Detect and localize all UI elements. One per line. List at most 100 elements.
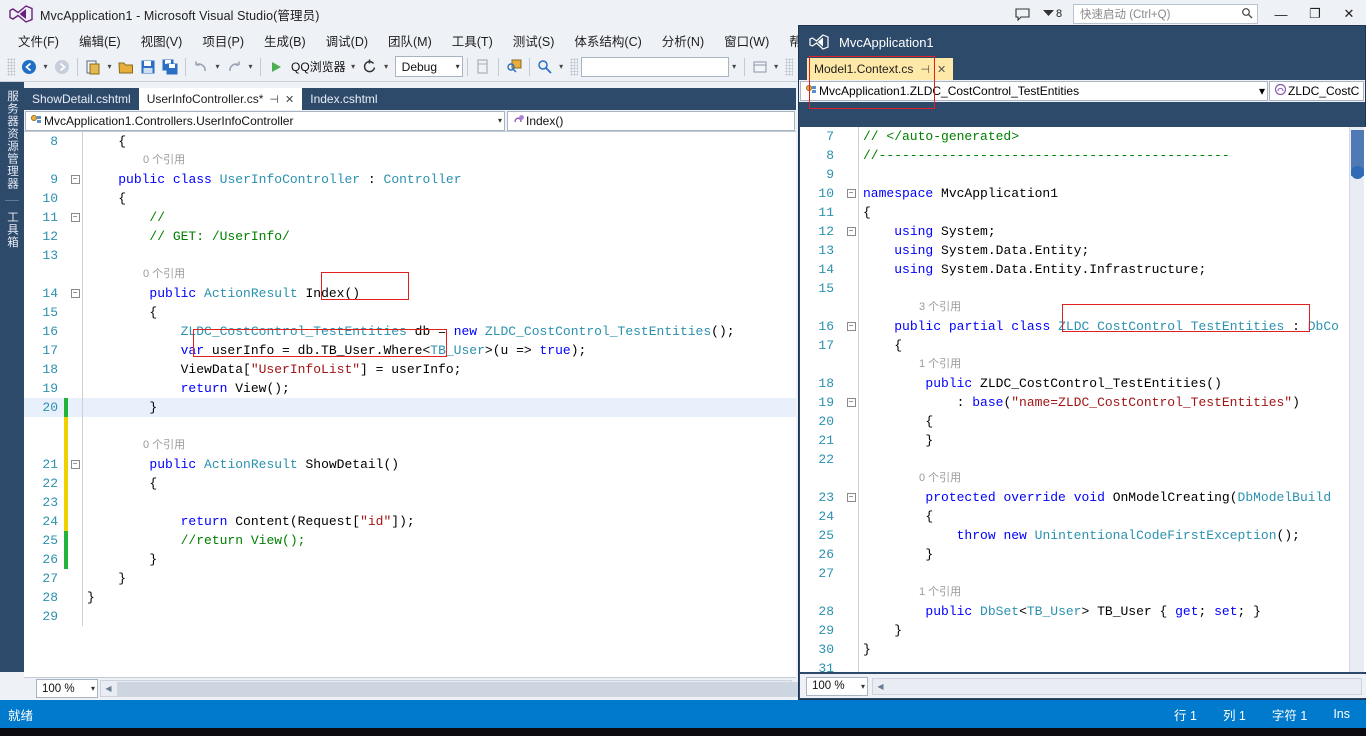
code-line[interactable]: 8 //-------------------------------------… [800, 146, 1366, 165]
code-line[interactable]: 17 { [800, 336, 1366, 355]
code-line[interactable]: 29 [24, 607, 796, 626]
window-layout-dropdown[interactable]: ▾ [771, 56, 782, 78]
toolbar-grip[interactable] [569, 57, 578, 76]
open-file-icon[interactable] [115, 56, 137, 78]
floating-horizontal-scrollbar[interactable]: ◀ [872, 677, 1362, 695]
find-dropdown[interactable]: ▾ [556, 56, 567, 78]
menu-item-architecture[interactable]: 体系结构(C) [564, 29, 651, 52]
navigate-back-dropdown[interactable]: ▾ [40, 56, 51, 78]
code-line[interactable]: 17 var userInfo = db.TB_User.Where<TB_Us… [24, 341, 796, 360]
code-line[interactable]: 24 { [800, 507, 1366, 526]
window-layout-icon[interactable] [749, 56, 771, 78]
solution-configuration-combo[interactable]: Debug ▾ [394, 56, 463, 77]
code-line[interactable]: 9 − public class UserInfoController : Con… [24, 170, 796, 189]
save-all-icon[interactable] [159, 56, 181, 78]
code-line[interactable]: 7 // </auto-generated> [800, 127, 1366, 146]
new-item-icon[interactable] [82, 56, 104, 78]
redo-icon[interactable] [223, 56, 245, 78]
code-line[interactable]: 18 public ZLDC_CostControl_TestEntities(… [800, 374, 1366, 393]
menu-item-view[interactable]: 视图(V) [131, 29, 193, 52]
fold-collapse-icon[interactable]: − [844, 189, 858, 198]
code-line[interactable]: 8 { [24, 132, 796, 151]
code-line[interactable]: 21 } [800, 431, 1366, 450]
code-line[interactable]: 22 [800, 450, 1366, 469]
code-line[interactable]: 13 [24, 246, 796, 265]
scrollbar-thumb[interactable] [117, 682, 807, 697]
code-line[interactable]: 15 [800, 279, 1366, 298]
start-debug-play-icon[interactable] [265, 56, 287, 78]
code-line[interactable]: 13 using System.Data.Entity; [800, 241, 1366, 260]
code-line[interactable]: 20 } [24, 398, 796, 417]
debug-browser-dropdown[interactable]: ▾ [348, 56, 359, 78]
code-line[interactable]: 18 ViewData["UserInfoList"] = userInfo; [24, 360, 796, 379]
notification-flag-icon[interactable]: 8 [1037, 1, 1067, 27]
pin-icon[interactable]: ⊣ [269, 93, 279, 106]
codelens-reference-line[interactable]: 0 个引用 [24, 436, 796, 455]
navbar-member-dropdown[interactable]: Index() [507, 110, 795, 131]
code-line[interactable]: 27 } [24, 569, 796, 588]
floating-vertical-scrollbar[interactable] [1349, 127, 1364, 672]
code-line[interactable]: 12 − using System; [800, 222, 1366, 241]
code-line[interactable]: 25 //return View(); [24, 531, 796, 550]
codelens-reference-line[interactable]: 0 个引用 [800, 469, 1366, 488]
new-item-dropdown[interactable]: ▾ [104, 56, 115, 78]
sidebar-item-server-explorer[interactable]: 服务器资源管理器 [0, 82, 24, 198]
code-line[interactable]: 10 − namespace MvcApplication1 [800, 184, 1366, 203]
code-line[interactable]: 16 − public partial class ZLDC_CostContro… [800, 317, 1366, 336]
code-line[interactable]: 14 − public ActionResult Index() [24, 284, 796, 303]
menu-item-debug[interactable]: 调试(D) [316, 29, 378, 52]
code-line[interactable]: 10 { [24, 189, 796, 208]
menu-item-analyze[interactable]: 分析(N) [652, 29, 714, 52]
menu-item-test[interactable]: 测试(S) [503, 29, 565, 52]
close-button[interactable]: ✕ [1332, 0, 1366, 28]
fold-collapse-icon[interactable]: − [68, 289, 82, 298]
code-line[interactable]: 30} [800, 640, 1366, 659]
code-line[interactable]: 21 − public ActionResult ShowDetail() [24, 455, 796, 474]
codelens-reference-line[interactable]: 0 个引用 [24, 265, 796, 284]
code-line[interactable]: 29 } [800, 621, 1366, 640]
tab-index-cshtml[interactable]: Index.cshtml [302, 88, 385, 110]
close-icon[interactable]: ✕ [937, 63, 946, 76]
floating-navbar-member-dropdown[interactable]: ZLDC_CostC [1269, 81, 1364, 101]
refresh-dropdown[interactable]: ▾ [381, 56, 392, 78]
code-line[interactable]: 11 − // [24, 208, 796, 227]
code-line[interactable]: 20 { [800, 412, 1366, 431]
navigate-back-icon[interactable] [18, 56, 40, 78]
comment-icon[interactable] [472, 56, 494, 78]
scroll-left-arrow-icon[interactable]: ◀ [873, 679, 888, 694]
code-line[interactable] [24, 417, 796, 436]
code-line[interactable]: 23 − protected override void OnModelCreat… [800, 488, 1366, 507]
code-line[interactable]: 26 } [800, 545, 1366, 564]
fold-collapse-icon[interactable]: − [844, 493, 858, 502]
code-line[interactable]: 27 [800, 564, 1366, 583]
fold-collapse-icon[interactable]: − [68, 213, 82, 222]
feedback-balloon-icon[interactable] [1007, 1, 1037, 27]
code-line[interactable]: 23 [24, 493, 796, 512]
tab-showdetail-cshtml[interactable]: ShowDetail.cshtml [24, 88, 139, 110]
navigate-forward-icon[interactable] [51, 56, 73, 78]
floating-editor-zoom-combo[interactable]: 100 % ▾ [806, 676, 868, 696]
debug-browser-label[interactable]: QQ浏览器 [287, 58, 348, 75]
find-in-files-icon[interactable] [534, 56, 556, 78]
fold-collapse-icon[interactable]: − [844, 322, 858, 331]
fold-collapse-icon[interactable]: − [844, 398, 858, 407]
floating-navbar-type-dropdown[interactable]: MvcApplication1.ZLDC_CostControl_TestEnt… [800, 81, 1268, 101]
tab-userinfocontroller-cs[interactable]: UserInfoController.cs* ⊣ ✕ [138, 88, 303, 110]
tab-model1-context-cs[interactable]: Model1.Context.cs ⊣ ✕ [807, 58, 954, 80]
codelens-reference-line[interactable]: 0 个引用 [24, 151, 796, 170]
navbar-type-dropdown[interactable]: MvcApplication1.Controllers.UserInfoCont… [25, 110, 505, 131]
code-line[interactable]: 11 { [800, 203, 1366, 222]
code-line[interactable]: 16 ZLDC_CostControl_TestEntities db = ne… [24, 322, 796, 341]
toolbar-grip[interactable] [784, 57, 793, 76]
code-line[interactable]: 9 [800, 165, 1366, 184]
menu-item-project[interactable]: 项目(P) [192, 29, 254, 52]
close-icon[interactable]: ✕ [285, 93, 294, 106]
navigate-to-icon[interactable] [503, 56, 525, 78]
codelens-reference-line[interactable]: 1 个引用 [800, 355, 1366, 374]
floating-window-title-bar[interactable]: MvcApplication1 [799, 26, 1365, 58]
menu-item-file[interactable]: 文件(F) [8, 29, 69, 52]
code-line[interactable]: 28} [24, 588, 796, 607]
undo-dropdown[interactable]: ▾ [212, 56, 223, 78]
horizontal-scrollbar[interactable]: ◀ [100, 680, 807, 697]
code-line[interactable]: 19 − : base("name=ZLDC_CostControl_TestEn… [800, 393, 1366, 412]
